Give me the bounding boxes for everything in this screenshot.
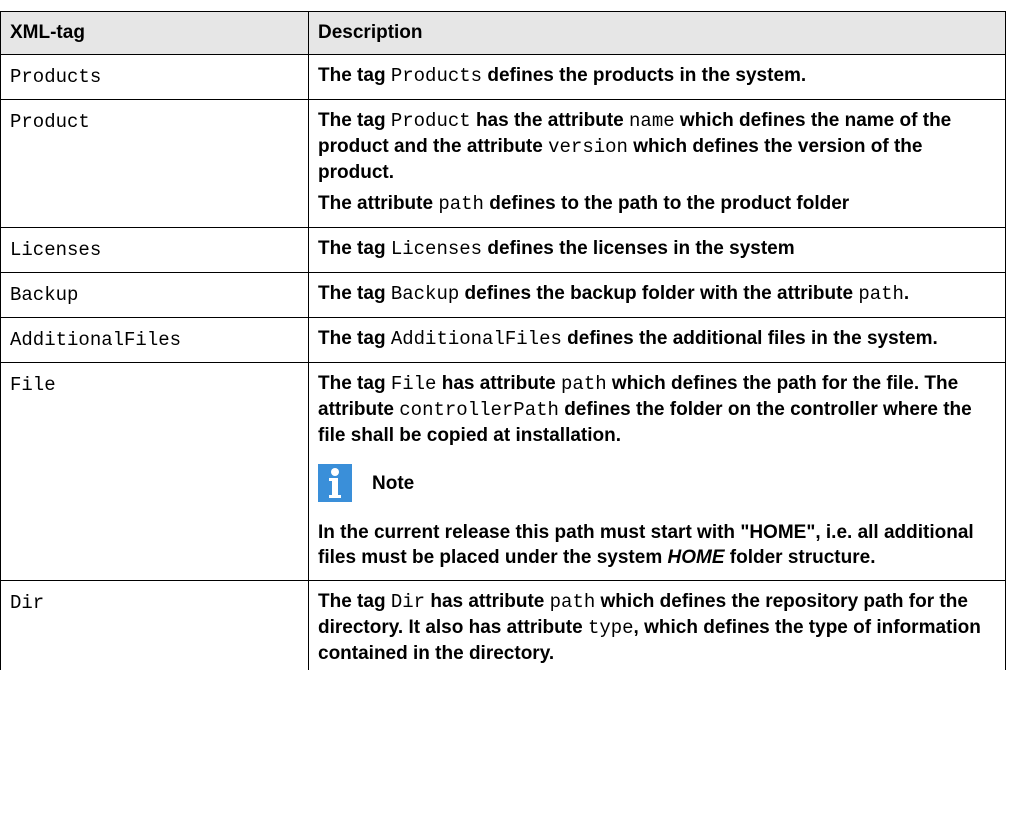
- description-paragraph: The tag File has attribute path which de…: [318, 373, 972, 446]
- code-term: path: [858, 283, 904, 305]
- table-row: File The tag File has attribute path whic…: [0, 362, 1006, 581]
- note-heading: Note: [318, 464, 996, 502]
- header-xml-tag: XML-tag: [0, 11, 309, 55]
- description-cell: The tag Product has the attribute name w…: [308, 99, 1006, 228]
- table-row: Dir The tag Dir has attribute path which …: [0, 580, 1006, 670]
- code-term: AdditionalFiles: [390, 328, 562, 350]
- xml-tag-cell: Product: [0, 99, 309, 228]
- xml-tag-cell: File: [0, 362, 309, 581]
- description-paragraph: The tag Licenses defines the licenses in…: [318, 238, 795, 260]
- emphasis-term: HOME: [667, 547, 725, 568]
- xml-tag-cell: AdditionalFiles: [0, 317, 309, 363]
- code-term: controllerPath: [399, 399, 559, 421]
- table-row: Backup The tag Backup defines the backup …: [0, 272, 1006, 318]
- code-term: File: [390, 373, 437, 395]
- code-term: path: [438, 193, 484, 215]
- table-header-row: XML-tag Description: [0, 11, 1006, 55]
- code-term: Dir: [390, 591, 426, 613]
- code-term: path: [561, 373, 607, 395]
- code-term: name: [629, 110, 675, 132]
- xml-tag-cell: Products: [0, 54, 309, 100]
- description-cell: The tag File has attribute path which de…: [308, 362, 1006, 581]
- note-label: Note: [372, 472, 415, 494]
- note-text: In the current release this path must st…: [318, 522, 974, 568]
- xml-tag-cell: Licenses: [0, 227, 309, 273]
- code-term: Backup: [390, 283, 460, 305]
- xml-tag-cell: Backup: [0, 272, 309, 318]
- description-paragraph: The tag AdditionalFiles defines the addi…: [318, 328, 938, 350]
- table-body: Products The tag Products defines the pro…: [0, 54, 1006, 670]
- xml-tag-cell: Dir: [0, 580, 309, 670]
- table-row: Licenses The tag Licenses defines the lic…: [0, 227, 1006, 273]
- description-paragraph: The tag Product has the attribute name w…: [318, 110, 952, 183]
- header-description: Description: [308, 11, 1006, 55]
- code-term: path: [549, 591, 596, 613]
- table-row: Products The tag Products defines the pro…: [0, 54, 1006, 100]
- description-paragraph: The attribute path defines to the path t…: [318, 193, 850, 215]
- table-row: Product The tag Product has the attribute…: [0, 99, 1006, 228]
- code-term: Licenses: [390, 238, 483, 260]
- code-term: Products: [390, 65, 483, 87]
- table-row: AdditionalFiles The tag AdditionalFiles d…: [0, 317, 1006, 363]
- description-cell: The tag Dir has attribute path which def…: [308, 580, 1006, 670]
- code-term: type: [587, 617, 634, 639]
- xml-tag-table: XML-tag Description Products The tag Prod…: [0, 11, 1006, 670]
- info-icon: [318, 464, 352, 502]
- description-paragraph: The tag Products defines the products in…: [318, 65, 807, 87]
- description-paragraph: The tag Dir has attribute path which def…: [318, 591, 981, 664]
- description-cell: The tag Products defines the products in…: [308, 54, 1006, 100]
- description-cell: The tag AdditionalFiles defines the addi…: [308, 317, 1006, 363]
- description-cell: The tag Backup defines the backup folder…: [308, 272, 1006, 318]
- description-cell: The tag Licenses defines the licenses in…: [308, 227, 1006, 273]
- description-paragraph: The tag Backup defines the backup folder…: [318, 283, 910, 305]
- code-term: version: [548, 136, 628, 158]
- code-term: Product: [390, 110, 471, 132]
